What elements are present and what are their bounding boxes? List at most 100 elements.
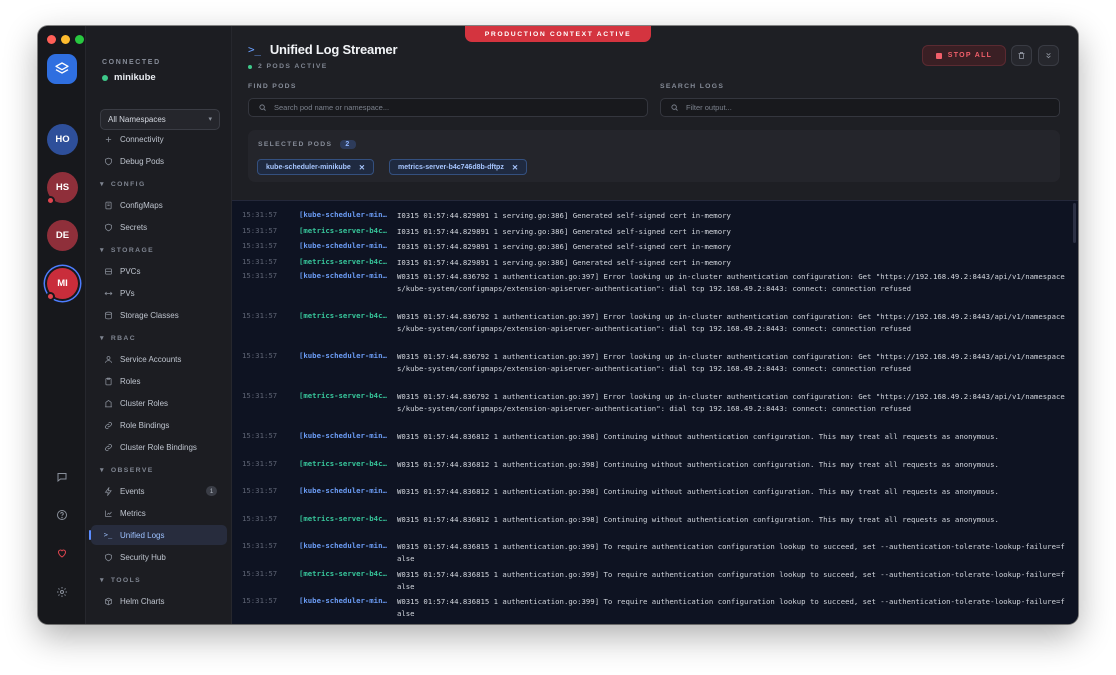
sidebar-item-helm-charts[interactable]: Helm Charts [91,591,227,611]
sidebar-item-label: Secrets [120,222,148,232]
section-tools[interactable]: ▾ TOOLS [100,576,142,585]
stop-all-button[interactable]: STOP ALL [922,45,1006,66]
namespace-select[interactable]: All Namespaces ▾ [100,109,220,130]
log-message: W0315 01:57:44.836812 1 authentication.g… [397,487,999,496]
log-pod-name: [metrics-server-b4c746d8b-dftpz] [299,256,389,266]
connection-label: CONNECTED [102,59,161,66]
log-timestamp: 15:31:57 [242,458,278,468]
section-observe[interactable]: ▾ OBSERVE [100,466,154,475]
section-label: TOOLS [110,576,142,584]
sidebar-item-label: Connectivity [120,135,164,144]
log-timestamp: 15:31:57 [242,225,278,235]
file-icon [103,200,113,210]
log-message: W0315 01:57:44.836792 1 authentication.g… [397,272,1065,294]
sidebar-item-label: Role Bindings [120,420,170,430]
bolt-icon [103,486,113,496]
zoom-window-button[interactable] [75,35,84,44]
search-logs-label: SEARCH LOGS [660,83,725,90]
search-icon [671,104,678,111]
selected-pods-label: SELECTED PODS 2 [258,140,356,149]
namespace-select-value: All Namespaces [108,115,166,124]
cluster-avatar-de[interactable]: DE [47,220,78,251]
cluster-avatar-ho[interactable]: HO [47,124,78,155]
database-icon [103,266,113,276]
log-timestamp: 15:31:57 [242,256,278,266]
sidebar-item-storage-classes[interactable]: Storage Classes [91,305,227,325]
terminal-icon: >_ [248,43,261,56]
sidebar-item-role-bindings[interactable]: Role Bindings [91,415,227,435]
log-pod-name: [metrics-server-b4c746d8b-dftpz] [299,568,389,578]
sidebar-item-pvcs[interactable]: PVCs [91,261,227,281]
log-timestamp: 15:31:57 [242,513,278,523]
chevron-down-icon: ▾ [100,181,105,188]
close-icon[interactable]: ✕ [359,163,365,172]
search-logs-field [660,98,1060,117]
sidebar-item-pvs[interactable]: PVs [91,283,227,303]
alert-dot [46,292,55,301]
close-icon[interactable]: ✕ [512,163,518,172]
log-pod-name: [metrics-server-b4c746d8b-dftpz] [299,391,389,400]
sidebar-item-label: PVs [120,288,135,298]
sidebar-item-service-accounts[interactable]: Service Accounts [91,349,227,369]
chat-icon[interactable] [54,469,70,485]
pods-active-text: 2 PODS ACTIVE [258,63,328,70]
sidebar-item-cluster-role-bindings[interactable]: Cluster Role Bindings [91,437,227,457]
chevron-down-icon: ▾ [100,577,105,584]
sidebar-item-events[interactable]: Events 1 [91,481,227,501]
app-logo[interactable] [47,54,77,84]
section-storage[interactable]: ▾ STORAGE [100,246,154,255]
main-panel: PRODUCTION CONTEXT ACTIVE >_ Unified Log … [232,26,1078,624]
help-icon[interactable] [54,507,70,523]
log-timestamp: 15:31:57 [242,351,278,360]
clear-logs-button[interactable] [1011,45,1032,66]
box-icon [103,596,113,606]
log-output[interactable]: 15:31:57 [kube-scheduler-minikube] I0315 0… [232,200,1078,624]
cluster-rail: HO HS DE MI [38,26,86,624]
log-pod-name: [kube-scheduler-minikube] [299,596,389,605]
scroll-to-bottom-button[interactable] [1038,45,1059,66]
log-message: I0315 01:57:44.829891 1 serving.go:386] … [397,226,731,236]
find-pods-input[interactable] [274,103,625,112]
sidebar-item-metrics[interactable]: Metrics [91,503,227,523]
connected-dot [102,74,108,81]
log-message: W0315 01:57:44.836815 1 authentication.g… [397,569,1065,591]
minimize-window-button[interactable] [61,35,70,44]
log-timestamp: 15:31:57 [242,271,278,280]
building-icon [103,398,113,408]
close-window-button[interactable] [47,35,56,44]
sidebar-item-configmaps[interactable]: ConfigMaps [91,195,227,215]
page-title-text: Unified Log Streamer [269,42,398,57]
cluster-avatar-hs[interactable]: HS [46,172,78,205]
sidebar-item-label: Debug Pods [120,156,165,166]
chart-icon [103,508,113,518]
trash-icon [1018,52,1025,59]
sidebar-item-cluster-roles[interactable]: Cluster Roles [91,393,227,413]
log-pod-name: [kube-scheduler-minikube] [299,271,389,280]
settings-icon[interactable] [54,584,70,600]
chevron-down-icon: ▾ [208,116,212,123]
log-scrollbar[interactable] [1073,203,1076,243]
sidebar-item-roles[interactable]: Roles [91,371,227,391]
section-rbac[interactable]: ▾ RBAC [100,334,136,343]
sidebar-item-label: Events [120,486,145,496]
log-timestamp: 15:31:57 [242,568,278,578]
sidebar-item-label: PVCs [120,266,141,276]
cluster-avatar-mi[interactable]: MI [46,268,78,301]
sidebar-item-connectivity[interactable]: Connectivity [91,130,227,144]
sidebar-item-debug-pods[interactable]: Debug Pods [91,151,227,171]
log-message: W0315 01:57:44.836812 1 authentication.g… [397,459,999,469]
stop-icon [935,52,942,59]
sidebar-item-label: Storage Classes [120,310,179,320]
search-logs-input[interactable] [686,103,1037,112]
heart-icon[interactable] [54,545,70,561]
layers-icon [55,62,69,74]
log-pod-name: [kube-scheduler-minikube] [299,210,389,219]
log-pod-name: [kube-scheduler-minikube] [299,486,389,495]
sidebar-item-secrets[interactable]: Secrets [91,217,227,237]
sidebar-item-unified-logs[interactable]: >_ Unified Logs [89,525,227,545]
sidebar-item-label: Unified Logs [120,530,165,540]
log-message: W0315 01:57:44.836815 1 authentication.g… [397,597,1065,619]
sidebar-item-security-hub[interactable]: Security Hub [91,547,227,567]
log-pod-name: [kube-scheduler-minikube] [299,351,389,360]
section-config[interactable]: ▾ CONFIG [100,180,146,189]
